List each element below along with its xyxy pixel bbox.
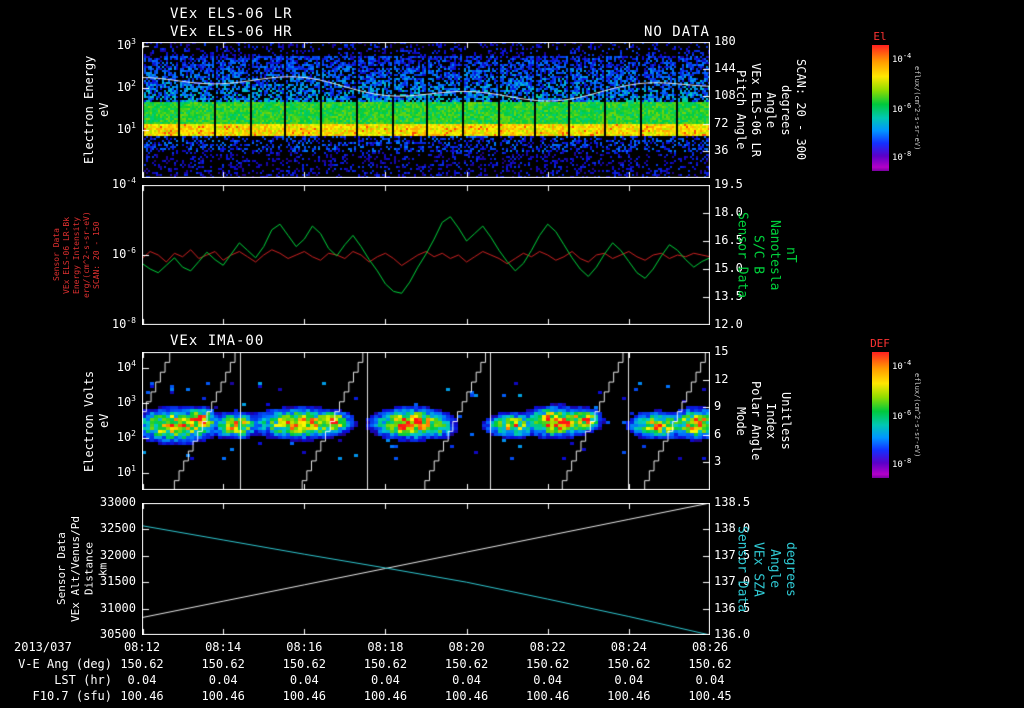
- colorbar2-tick: 10-8: [892, 456, 912, 470]
- panel3-left-tick: 102: [116, 428, 136, 444]
- panel2-left-axis-title: Sensor Data VEx ELS-06 LR-Bk Energy Intens…: [52, 211, 101, 299]
- panel3-left-tick: 104: [116, 358, 136, 374]
- panel2-right-axis-title: Sensor Data S/C B Nanotesla nT: [734, 211, 798, 299]
- table-cell: 0.04: [208, 673, 238, 687]
- table-cell: 100.46: [363, 689, 408, 703]
- time-axis-tick: 08:14: [205, 640, 242, 654]
- table-row-label-lst: LST (hr): [54, 673, 112, 687]
- table-cell: 150.62: [607, 657, 651, 671]
- table-cell: 0.04: [533, 673, 563, 687]
- colorbar1-title: El: [873, 30, 887, 43]
- table-cell: 150.62: [688, 657, 732, 671]
- panel4-right-axis-title: Sensor Data VEx SZA Angle degrees: [734, 525, 798, 613]
- time-axis-tick: 08:26: [691, 640, 729, 654]
- table-cell: 100.46: [444, 689, 489, 703]
- time-axis-tick: 08:16: [286, 640, 323, 654]
- time-axis-tick: 08:22: [529, 640, 566, 654]
- table-cell: 100.46: [526, 689, 570, 703]
- panel2-line-plot-canvas: [142, 185, 710, 325]
- table-cell: 150.62: [120, 657, 164, 671]
- panel4-left-axis-title: Sensor Data VEx Alt/Venus/Pd Distance km: [55, 516, 110, 622]
- table-cell: 150.62: [201, 657, 245, 671]
- panel4-line-plot-canvas: [142, 503, 710, 635]
- table-cell: 100.46: [607, 689, 651, 703]
- panel3-title: VEx IMA-00: [170, 333, 265, 349]
- colorbar2-tick: 10-4: [892, 358, 912, 372]
- no-data-label: NO DATA: [643, 24, 710, 40]
- table-cell: 100.46: [201, 689, 245, 703]
- table-cell: 0.04: [127, 673, 157, 687]
- colorbar1-units: eflux/(cm^2-s-sr-eV): [913, 65, 921, 151]
- panel1-left-tick: 103: [116, 37, 136, 53]
- colorbar2: [872, 352, 889, 478]
- table-cell: 0.04: [370, 673, 400, 687]
- table-cell: 150.62: [526, 657, 570, 671]
- colorbar1: [872, 45, 889, 171]
- panel3-right-axis-title: Mode Polar Angle Index Unitless: [734, 381, 793, 461]
- panel1-left-tick: 101: [116, 120, 136, 136]
- colorbar1-tick: 10-4: [892, 51, 912, 65]
- table-row-label-ve-ang: V-E Ang (deg): [18, 657, 112, 671]
- table-cell: 150.62: [363, 657, 408, 671]
- table-cell: 100.45: [688, 689, 732, 703]
- panel1-right-axis-title: Pitch Angle VEx ELS-06 LR Angle degrees SCAN…: [734, 59, 808, 161]
- panel1-left-tick: 102: [116, 79, 136, 95]
- colorbar1-tick: 10-8: [892, 149, 912, 163]
- colorbar2-units: eflux/(cm^2-s-sr-eV): [913, 372, 921, 458]
- colorbar2-tick: 10-6: [892, 409, 912, 422]
- time-axis-tick: 08:24: [610, 640, 647, 654]
- panel1-title-line2: VEx ELS-06 HR: [170, 24, 293, 40]
- table-cell: 100.46: [282, 689, 326, 703]
- table-cell: 100.46: [120, 689, 164, 703]
- table-cell: 150.62: [282, 657, 326, 671]
- time-axis-tick: 08:12: [123, 640, 161, 654]
- panel3-spectrogram-canvas: [142, 352, 710, 490]
- table-cell: 0.04: [452, 673, 482, 687]
- colorbar2-title: DEF: [870, 337, 890, 350]
- table-cell: 150.62: [444, 657, 489, 671]
- panel1-title-line1: VEx ELS-06 LR: [170, 6, 293, 22]
- panel3-left-tick: 101: [116, 463, 136, 479]
- table-cell: 0.04: [695, 673, 725, 687]
- date-label: 2013/037: [14, 640, 72, 654]
- time-axis-tick: 08:20: [448, 640, 485, 654]
- table-row-label-f107: F10.7 (sfu): [32, 689, 112, 703]
- time-axis-tick: 08:18: [367, 640, 404, 654]
- colorbar1-tick: 10-6: [892, 102, 912, 115]
- table-cell: 0.04: [289, 673, 319, 687]
- panel3-left-axis-title: Electron Volts eV: [82, 370, 111, 472]
- table-cell: 0.04: [614, 673, 644, 687]
- panel1-spectrogram-canvas: [142, 42, 710, 178]
- panel1-left-axis-title: Electron Energy eV: [82, 55, 111, 165]
- vex-quicklook-plot: VEx ELS-06 LR VEx ELS-06 HR NO DATA VEx …: [0, 0, 1024, 708]
- panel3-left-tick: 103: [116, 393, 136, 409]
